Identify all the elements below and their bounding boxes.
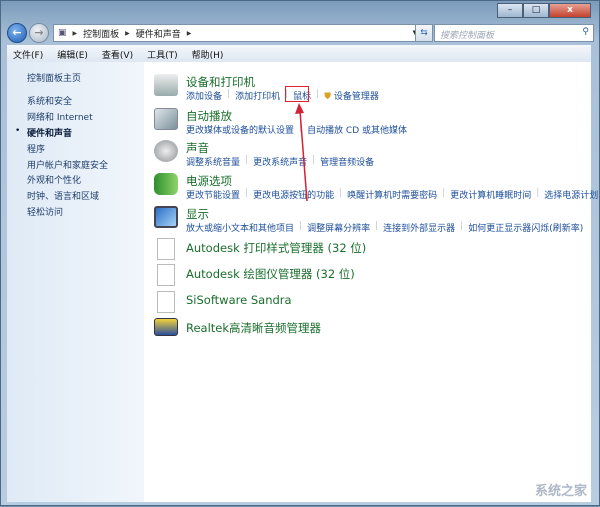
control-panel-window: – □ x ← → ▣ ▶ 控制面板 ▶ 硬件和声音 ▶ ▼ ⇆ 搜索控制面板⚲… [0,0,600,506]
watermark-logo: 系统之家 [534,484,587,499]
annotation-arrow [295,103,308,202]
